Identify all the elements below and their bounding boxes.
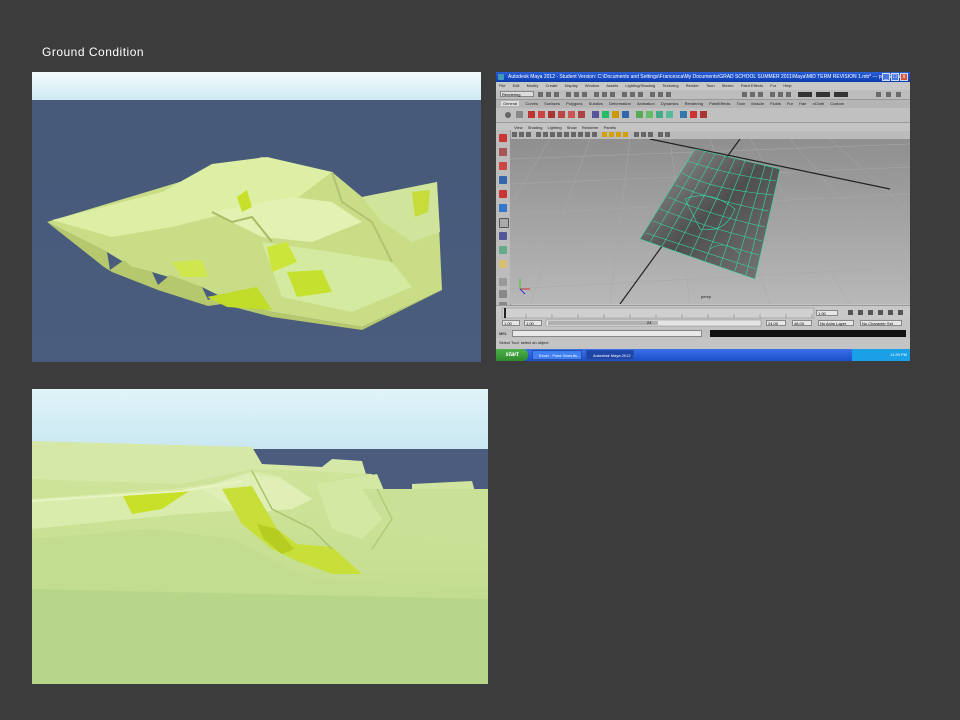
- shelf-tab-deformation[interactable]: Deformation: [609, 101, 631, 106]
- command-input[interactable]: [512, 330, 702, 337]
- menu-assets[interactable]: Assets: [606, 83, 618, 88]
- panel-toolbar[interactable]: [510, 131, 910, 139]
- help-line: Select Tool: select an object: [496, 339, 910, 347]
- viewport-label: persp: [701, 294, 712, 299]
- select-tool-icon[interactable]: [499, 134, 507, 142]
- maya-window-title: Autodesk Maya 2012 - Student Version: C:…: [508, 74, 909, 80]
- move-tool-icon[interactable]: [499, 176, 507, 184]
- panel-menu-view[interactable]: View: [514, 125, 523, 130]
- current-time-field[interactable]: 1.00: [816, 310, 838, 316]
- shelf-tab-fur[interactable]: Fur: [787, 101, 793, 106]
- soft-mod-icon[interactable]: [499, 232, 507, 240]
- layout-single-icon[interactable]: [499, 278, 507, 286]
- menu-toon[interactable]: Toon: [706, 83, 715, 88]
- range-end-label: 24: [647, 320, 652, 325]
- shelf-tab-curves[interactable]: Curves: [525, 101, 538, 106]
- range-slider[interactable]: 1.00 1.00 24 24.00 48.00 No Anim Layer N…: [496, 319, 910, 328]
- menu-modify[interactable]: Modify: [527, 83, 539, 88]
- menu-texturing[interactable]: Texturing: [662, 83, 678, 88]
- panel-menu-lighting[interactable]: Lighting: [548, 125, 562, 130]
- shelf-icons[interactable]: [496, 108, 910, 123]
- close-button[interactable]: x: [900, 73, 908, 81]
- command-line: MEL: [496, 329, 910, 338]
- panel-menu: View Shading Lighting Show Renderer Pane…: [510, 124, 910, 131]
- menu-lighting-shading[interactable]: Lighting/Shading: [625, 83, 655, 88]
- rotate-tool-icon[interactable]: [499, 190, 507, 198]
- shelf-tab-toon[interactable]: Toon: [737, 101, 746, 106]
- shelf-tab-polygons[interactable]: Polygons: [566, 101, 582, 106]
- maya-window: Autodesk Maya 2012 - Student Version: C:…: [496, 72, 910, 361]
- universal-manip-icon[interactable]: [499, 218, 509, 228]
- shelf-tab-painteffects[interactable]: PaintEffects: [709, 101, 730, 106]
- windows-taskbar: start Excel - Point Grow.fls ... Autodes…: [496, 349, 910, 361]
- scale-tool-icon[interactable]: [499, 204, 507, 212]
- menu-display[interactable]: Display: [565, 83, 578, 88]
- menu-fur[interactable]: Fur: [770, 83, 776, 88]
- maximize-button[interactable]: □: [891, 73, 899, 81]
- menu-render[interactable]: Render: [686, 83, 699, 88]
- layout-four-icon[interactable]: [499, 290, 507, 298]
- command-result-field: [710, 330, 906, 337]
- tool-box: [496, 130, 511, 310]
- shelf-tab-subdivs[interactable]: Subdivs: [589, 101, 603, 106]
- status-line: Rendering: [496, 90, 910, 100]
- shelf-tab-animation[interactable]: Animation: [637, 101, 655, 106]
- shelf-tabs: General Curves Surfaces Polygons Subdivs…: [496, 100, 910, 108]
- maya-app-icon: [498, 74, 504, 80]
- panel-menu-shading[interactable]: Shading: [528, 125, 543, 130]
- cmd-language-label[interactable]: MEL: [499, 329, 507, 338]
- menu-create[interactable]: Create: [546, 83, 558, 88]
- maya-menubar: File Edit Modify Create Display Window A…: [496, 82, 910, 90]
- show-manip-icon[interactable]: [499, 246, 507, 254]
- minimize-button[interactable]: _: [882, 73, 890, 81]
- last-tool-icon[interactable]: [499, 260, 507, 268]
- terrain-closeup-render: [32, 389, 488, 684]
- shelf-tab-hair[interactable]: Hair: [799, 101, 806, 106]
- perspective-viewport[interactable]: persp: [510, 139, 910, 304]
- menu-file[interactable]: File: [499, 83, 505, 88]
- anim-end-field[interactable]: 48.00: [792, 320, 812, 326]
- menu-help[interactable]: Help: [783, 83, 791, 88]
- shelf-tab-rendering[interactable]: Rendering: [685, 101, 703, 106]
- shelf-tab-general[interactable]: General: [501, 101, 520, 106]
- panel-menu-panels[interactable]: Panels: [604, 125, 616, 130]
- slide-title: Ground Condition: [42, 45, 145, 59]
- terrain-overview-render: [32, 72, 481, 362]
- maya-titlebar: Autodesk Maya 2012 - Student Version: C:…: [496, 72, 910, 82]
- shelf-tab-fluids[interactable]: Fluids: [770, 101, 781, 106]
- time-slider[interactable]: 1.00: [496, 305, 910, 320]
- shelf-tab-muscle[interactable]: Muscle: [751, 101, 764, 106]
- end-time-field[interactable]: 24.00: [766, 320, 786, 326]
- lasso-tool-icon[interactable]: [499, 148, 507, 156]
- panel-menu-show[interactable]: Show: [567, 125, 577, 130]
- character-set-select[interactable]: No Character Set: [860, 320, 902, 326]
- system-tray-clock: 11:39 PM: [852, 349, 910, 361]
- taskbar-item-excel[interactable]: Excel - Point Grow.fls ...: [532, 350, 582, 360]
- menu-stereo[interactable]: Stereo: [722, 83, 734, 88]
- menu-window[interactable]: Window: [585, 83, 599, 88]
- shelf-tab-custom[interactable]: Custom: [830, 101, 844, 106]
- shelf-tab-ncloth[interactable]: nCloth: [813, 101, 825, 106]
- taskbar-item-maya[interactable]: Autodesk Maya 2012 ...: [586, 350, 634, 360]
- menu-edit[interactable]: Edit: [513, 83, 520, 88]
- panel-menu-renderer[interactable]: Renderer: [582, 125, 599, 130]
- shelf-tab-dynamics[interactable]: Dynamics: [661, 101, 679, 106]
- paint-select-icon[interactable]: [499, 162, 507, 170]
- shelf-tab-surfaces[interactable]: Surfaces: [544, 101, 560, 106]
- anim-layer-select[interactable]: No Anim Layer: [818, 320, 854, 326]
- start-button[interactable]: start: [496, 349, 528, 361]
- menu-paint-effects[interactable]: Paint Effects: [741, 83, 763, 88]
